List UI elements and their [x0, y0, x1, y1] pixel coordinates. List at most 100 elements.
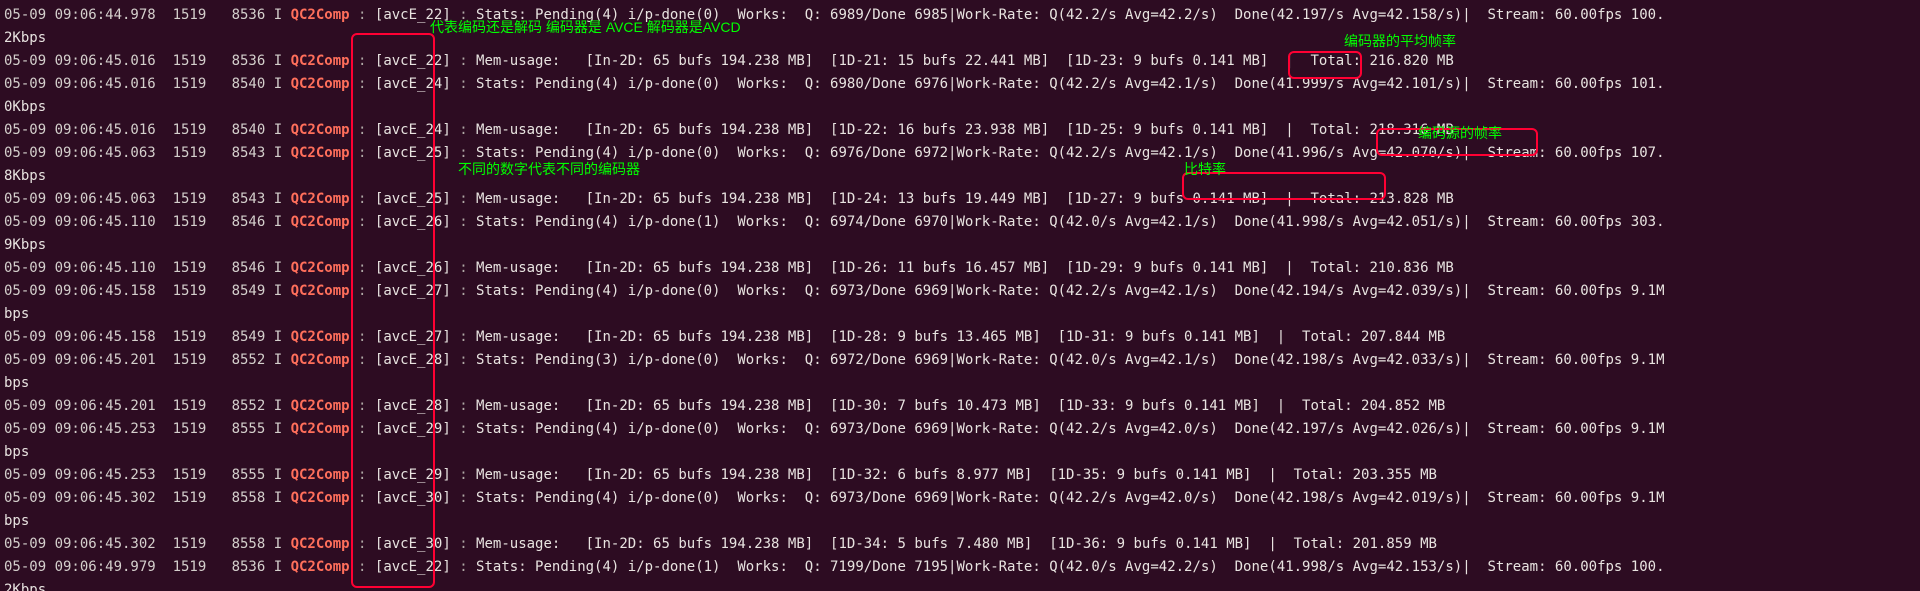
log-line: 2Kbps [4, 579, 1916, 591]
log-sep: : [350, 421, 375, 437]
log-line: 8Kbps [4, 165, 1916, 188]
note-encode-decode: 代表编码还是解码 编码器是 AVCE 解码器是AVCD [430, 16, 741, 39]
log-continuation: bps [4, 513, 29, 529]
log-sep2: : [459, 283, 476, 299]
log-line: 05-09 09:06:45.201 1519 8552 I QC2Comp :… [4, 395, 1916, 418]
log-message: Mem-usage: [In-2D: 65 bufs 194.238 MB] [… [476, 191, 1454, 207]
log-sep: : [350, 122, 375, 138]
log-component: QC2Comp [291, 329, 350, 345]
terminal-log: 05-09 09:06:44.978 1519 8536 I QC2Comp :… [0, 0, 1920, 591]
log-component: QC2Comp [291, 490, 350, 506]
log-pids: 1519 8558 I [156, 490, 291, 506]
log-sep: : [350, 559, 375, 575]
log-continuation: 2Kbps [4, 30, 46, 46]
log-component: QC2Comp [291, 536, 350, 552]
log-line: 05-09 09:06:45.016 1519 8540 I QC2Comp :… [4, 119, 1916, 142]
log-line: bps [4, 372, 1916, 395]
log-line: 2Kbps [4, 27, 1916, 50]
log-component: QC2Comp [291, 467, 350, 483]
log-line: 05-09 09:06:45.158 1519 8549 I QC2Comp :… [4, 326, 1916, 349]
log-timestamp: 05-09 09:06:49.979 [4, 559, 156, 575]
log-timestamp: 05-09 09:06:45.302 [4, 536, 156, 552]
log-component: QC2Comp [291, 559, 350, 575]
log-sep: : [350, 191, 375, 207]
log-message: Stats: Pending(3) i/p-done(0) Works: Q: … [476, 352, 1664, 368]
log-sep2: : [459, 53, 476, 69]
log-sep2: : [459, 490, 476, 506]
log-message: Stats: Pending(4) i/p-done(0) Works: Q: … [476, 283, 1664, 299]
log-encoder-tag: [avcE_26] [375, 260, 459, 276]
log-component: QC2Comp [291, 122, 350, 138]
log-sep: : [350, 536, 375, 552]
log-sep2: : [459, 122, 476, 138]
log-message: Mem-usage: [In-2D: 65 bufs 194.238 MB] [… [476, 122, 1454, 138]
log-sep2: : [459, 398, 476, 414]
log-message: Stats: Pending(4) i/p-done(0) Works: Q: … [476, 76, 1664, 92]
log-line: bps [4, 441, 1916, 464]
log-line: 05-09 09:06:45.253 1519 8555 I QC2Comp :… [4, 418, 1916, 441]
log-message: Stats: Pending(4) i/p-done(0) Works: Q: … [476, 421, 1664, 437]
log-message: Mem-usage: [In-2D: 65 bufs 194.238 MB] [… [476, 467, 1437, 483]
log-timestamp: 05-09 09:06:45.253 [4, 421, 156, 437]
log-encoder-tag: [avcE_22] [375, 53, 459, 69]
log-line: 05-09 09:06:45.110 1519 8546 I QC2Comp :… [4, 211, 1916, 234]
log-sep: : [350, 352, 375, 368]
log-pids: 1519 8536 I [156, 559, 291, 575]
log-component: QC2Comp [291, 260, 350, 276]
log-component: QC2Comp [291, 191, 350, 207]
log-sep: : [350, 398, 375, 414]
log-component: QC2Comp [291, 398, 350, 414]
log-continuation: bps [4, 306, 29, 322]
log-timestamp: 05-09 09:06:45.110 [4, 260, 156, 276]
log-sep: : [350, 490, 375, 506]
log-sep2: : [459, 421, 476, 437]
log-timestamp: 05-09 09:06:45.063 [4, 191, 156, 207]
log-line: 05-09 09:06:45.016 1519 8536 I QC2Comp :… [4, 50, 1916, 73]
log-message: Mem-usage: [In-2D: 65 bufs 194.238 MB] [… [476, 53, 1454, 69]
log-continuation: bps [4, 444, 29, 460]
log-continuation: 2Kbps [4, 582, 46, 591]
log-line: 05-09 09:06:45.063 1519 8543 I QC2Comp :… [4, 188, 1916, 211]
log-line: 05-09 09:06:45.110 1519 8546 I QC2Comp :… [4, 257, 1916, 280]
log-line: 05-09 09:06:45.253 1519 8555 I QC2Comp :… [4, 464, 1916, 487]
log-sep: : [350, 214, 375, 230]
log-encoder-tag: [avcE_30] [375, 536, 459, 552]
log-sep2: : [459, 329, 476, 345]
log-message: Mem-usage: [In-2D: 65 bufs 194.238 MB] [… [476, 260, 1454, 276]
log-encoder-tag: [avcE_27] [375, 329, 459, 345]
log-pids: 1519 8549 I [156, 329, 291, 345]
log-timestamp: 05-09 09:06:45.158 [4, 329, 156, 345]
log-component: QC2Comp [291, 145, 350, 161]
log-pids: 1519 8543 I [156, 191, 291, 207]
log-encoder-tag: [avcE_25] [375, 145, 459, 161]
log-pids: 1519 8546 I [156, 260, 291, 276]
log-encoder-tag: [avcE_24] [375, 122, 459, 138]
log-sep2: : [459, 191, 476, 207]
log-line: 05-09 09:06:45.158 1519 8549 I QC2Comp :… [4, 280, 1916, 303]
log-line: 0Kbps [4, 96, 1916, 119]
log-encoder-tag: [avcE_27] [375, 283, 459, 299]
note-bitrate: 比特率 [1184, 158, 1226, 181]
log-line: 05-09 09:06:45.016 1519 8540 I QC2Comp :… [4, 73, 1916, 96]
log-timestamp: 05-09 09:06:45.016 [4, 76, 156, 92]
log-timestamp: 05-09 09:06:44.978 [4, 7, 156, 23]
note-source-fps: 编码源的帧率 [1418, 122, 1502, 145]
log-encoder-tag: [avcE_25] [375, 191, 459, 207]
log-pids: 1519 8549 I [156, 283, 291, 299]
log-encoder-tag: [avcE_29] [375, 467, 459, 483]
log-message: Stats: Pending(4) i/p-done(1) Works: Q: … [476, 559, 1664, 575]
log-line: 05-09 09:06:44.978 1519 8536 I QC2Comp :… [4, 4, 1916, 27]
log-sep: : [350, 260, 375, 276]
log-timestamp: 05-09 09:06:45.158 [4, 283, 156, 299]
log-continuation: bps [4, 375, 29, 391]
log-message: Mem-usage: [In-2D: 65 bufs 194.238 MB] [… [476, 536, 1437, 552]
log-pids: 1519 8555 I [156, 467, 291, 483]
note-diff-num: 不同的数字代表不同的编码器 [458, 158, 640, 181]
log-sep2: : [459, 260, 476, 276]
log-pids: 1519 8536 I [156, 53, 291, 69]
log-encoder-tag: [avcE_24] [375, 76, 459, 92]
log-pids: 1519 8546 I [156, 214, 291, 230]
log-encoder-tag: [avcE_30] [375, 490, 459, 506]
log-sep2: : [459, 214, 476, 230]
note-avg-fps: 编码器的平均帧率 [1344, 30, 1456, 53]
